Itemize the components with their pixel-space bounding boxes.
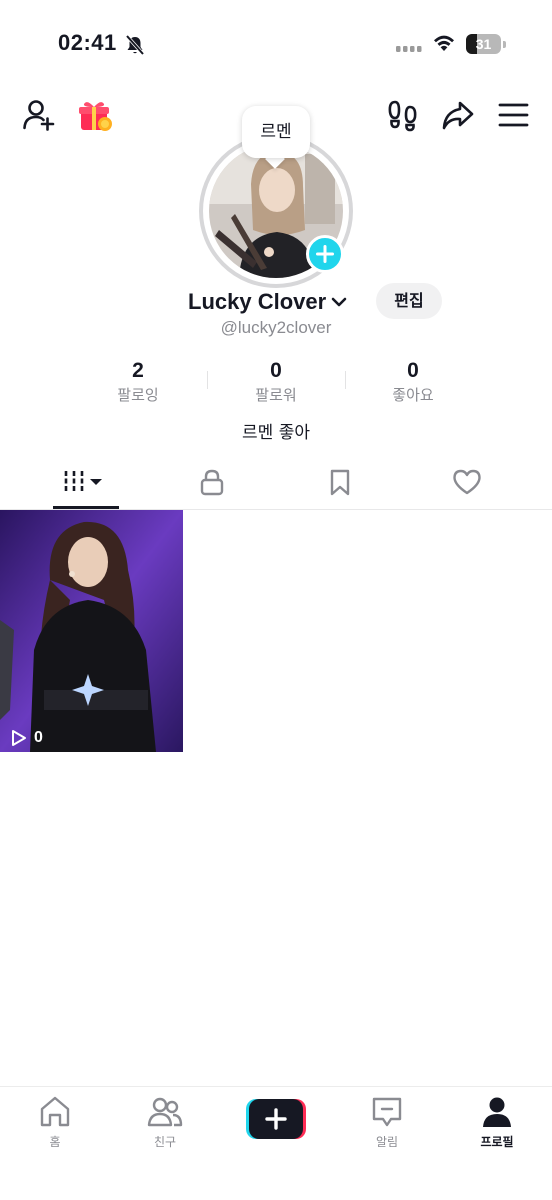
status-bar: 02:41 31 — [0, 0, 552, 90]
display-name-row[interactable]: Lucky Clover — [188, 286, 349, 318]
edit-profile-button[interactable]: 편집 — [376, 283, 442, 319]
play-icon — [12, 730, 26, 746]
username: @lucky2clover — [220, 318, 332, 337]
chevron-down-icon[interactable] — [329, 292, 349, 312]
home-icon — [40, 1096, 70, 1127]
profile-icon — [483, 1097, 511, 1127]
stat-following[interactable]: 2 팔로잉 — [68, 358, 208, 406]
tab-videos[interactable] — [17, 460, 155, 510]
lock-icon — [200, 469, 224, 496]
nav-inbox[interactable]: 알림 — [332, 1095, 442, 1165]
add-story-button[interactable] — [306, 235, 344, 273]
create-button[interactable] — [246, 1099, 306, 1139]
bottom-nav: 홈 친구 알림 프로필 — [0, 1086, 552, 1200]
status-time: 02:41 — [58, 30, 117, 55]
profile-tabs — [0, 460, 552, 510]
bookmark-icon — [330, 469, 350, 496]
nav-friends[interactable]: 친구 — [110, 1095, 220, 1165]
grid-videos-icon — [64, 471, 102, 493]
nav-friends-label: 친구 — [153, 1135, 177, 1149]
stat-followers[interactable]: 0 팔로워 — [206, 358, 346, 406]
share-icon[interactable] — [441, 98, 475, 132]
heart-icon — [453, 469, 481, 495]
friends-icon — [147, 1097, 183, 1127]
bell-muted-icon — [125, 34, 145, 56]
following-label: 팔로잉 — [117, 386, 159, 404]
stat-likes[interactable]: 0 좋아요 — [343, 358, 483, 406]
gift-icon[interactable] — [78, 98, 114, 134]
nav-home-label: 홈 — [49, 1135, 61, 1149]
nav-home[interactable]: 홈 — [0, 1095, 110, 1165]
view-count: 0 — [8, 728, 43, 748]
battery-indicator: 31 — [466, 34, 506, 54]
likes-label: 좋아요 — [392, 386, 434, 404]
video-thumbnail[interactable]: 0 — [0, 510, 183, 752]
note-bubble[interactable]: 르멘 — [242, 106, 310, 158]
tab-liked[interactable] — [398, 460, 536, 510]
cell-signal-icon — [396, 46, 422, 52]
bio: 르멘 좋아 — [242, 423, 310, 443]
nav-profile[interactable]: 프로필 — [442, 1095, 552, 1165]
following-count: 2 — [132, 359, 144, 382]
view-count-number: 0 — [34, 729, 43, 746]
tab-private[interactable] — [143, 460, 281, 510]
followers-count: 0 — [270, 359, 282, 382]
plus-icon — [316, 245, 334, 263]
video-thumbnail-image — [0, 510, 183, 752]
menu-icon[interactable] — [497, 98, 531, 132]
followers-label: 팔로워 — [255, 386, 297, 404]
wifi-icon — [434, 35, 454, 51]
nav-profile-label: 프로필 — [480, 1135, 514, 1149]
likes-count: 0 — [407, 359, 419, 382]
footprints-icon[interactable] — [386, 98, 420, 132]
inbox-icon — [372, 1097, 402, 1127]
tab-favorites[interactable] — [271, 460, 409, 510]
create-plus-icon — [246, 1099, 306, 1139]
display-name: Lucky Clover — [188, 289, 327, 314]
active-tab-indicator — [53, 506, 119, 509]
battery-level: 31 — [475, 36, 492, 52]
nav-inbox-label: 알림 — [375, 1135, 399, 1149]
add-friend-icon[interactable] — [22, 98, 56, 132]
